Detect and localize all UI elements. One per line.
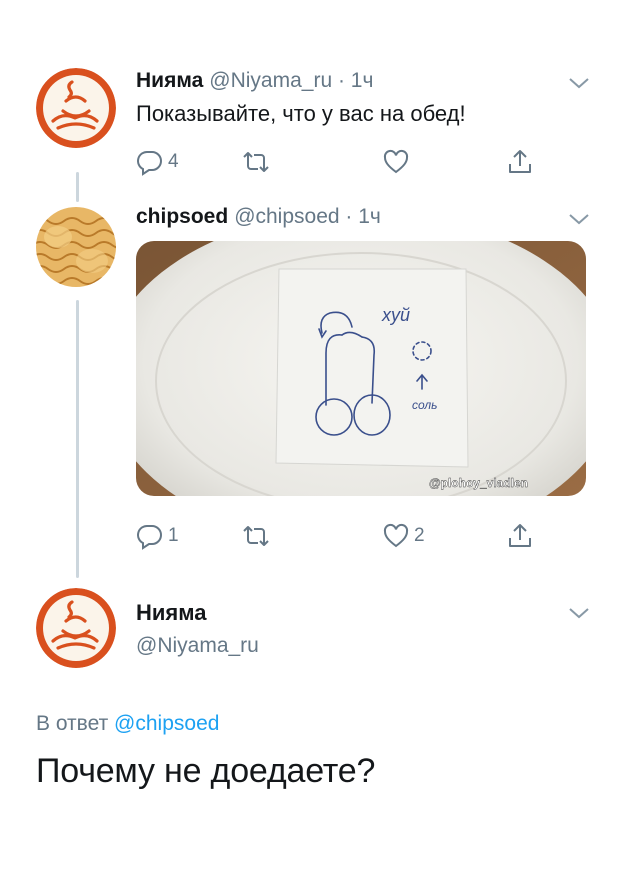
watermark: @plohoy_vladlen xyxy=(429,476,528,490)
retweet-icon xyxy=(243,152,269,172)
like-icon xyxy=(383,523,409,548)
author-name[interactable]: chipsoed xyxy=(136,205,228,228)
thread-line-lower xyxy=(76,300,79,578)
thread-line-upper xyxy=(76,172,79,202)
author-meta[interactable]: @Niyama_ru · 1ч xyxy=(209,69,373,92)
tweet-text: Почему не доедаете? xyxy=(36,752,376,790)
chevron-down-icon[interactable] xyxy=(568,76,590,90)
reply-prefix: В ответ xyxy=(36,712,115,735)
avatar-niyama[interactable] xyxy=(36,68,116,148)
avatar-chipsoed[interactable] xyxy=(36,207,116,287)
tweet-text: Показывайте, что у вас на обед! xyxy=(136,101,466,126)
chips-photo xyxy=(36,207,116,287)
niyama-logo xyxy=(36,588,116,668)
share-button[interactable] xyxy=(506,148,534,176)
salt-word: соль xyxy=(412,398,438,412)
like-button[interactable]: 2 xyxy=(382,522,425,550)
tweet-actions: 4 xyxy=(136,148,536,178)
tweet-actions: 1 2 xyxy=(136,522,536,552)
plate-photo: хуй соль @plohoy_vladlen xyxy=(136,241,586,496)
reply-icon xyxy=(137,150,162,176)
reply-icon xyxy=(137,524,162,550)
author-name[interactable]: Нияма xyxy=(136,69,203,92)
retweet-button[interactable] xyxy=(240,148,276,176)
reply-context: В ответ @chipsoed xyxy=(36,712,219,736)
chevron-down-icon[interactable] xyxy=(568,606,590,620)
like-icon xyxy=(383,149,409,174)
chevron-down-icon[interactable] xyxy=(568,212,590,226)
reply-button[interactable]: 1 xyxy=(136,522,179,550)
avatar-niyama[interactable] xyxy=(36,588,116,668)
niyama-logo xyxy=(36,68,116,148)
tweet-photo[interactable]: хуй соль @plohoy_vladlen xyxy=(136,241,586,496)
reply-count: 4 xyxy=(168,151,179,172)
reply-button[interactable]: 4 xyxy=(136,148,179,176)
like-count: 2 xyxy=(414,525,425,546)
author-name[interactable]: Нияма xyxy=(136,600,206,626)
reply-mention-link[interactable]: @chipsoed xyxy=(114,712,219,735)
like-button[interactable] xyxy=(382,148,414,176)
retweet-icon xyxy=(243,526,269,546)
retweet-button[interactable] xyxy=(240,522,276,550)
share-icon xyxy=(509,524,531,547)
reply-count: 1 xyxy=(168,525,179,546)
share-button[interactable] xyxy=(506,522,534,550)
note-word: хуй xyxy=(381,305,410,325)
share-icon xyxy=(509,150,531,173)
author-meta[interactable]: @chipsoed · 1ч xyxy=(234,205,381,228)
author-handle[interactable]: @Niyama_ru xyxy=(136,634,259,658)
